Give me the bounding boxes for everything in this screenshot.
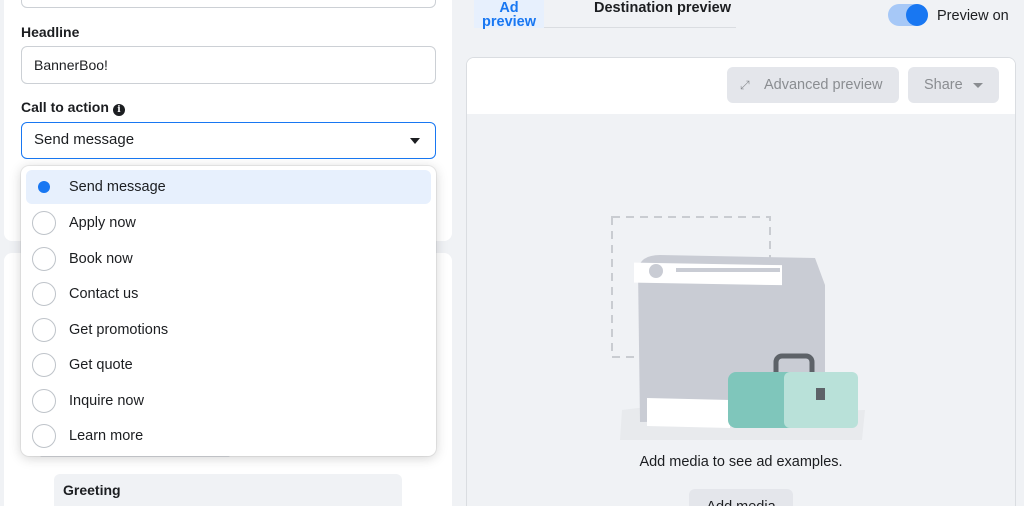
cta-label: Call to action xyxy=(21,99,109,115)
radio-icon xyxy=(32,246,56,271)
cta-option-label: Book now xyxy=(69,250,133,267)
tab-ad-preview[interactable]: Ad preview xyxy=(474,0,544,29)
headline-input[interactable]: BannerBoo! xyxy=(21,46,436,84)
cta-option[interactable]: Apply now xyxy=(26,206,431,242)
cta-select-value: Send message xyxy=(34,131,135,148)
cta-select[interactable]: Send message xyxy=(21,122,436,159)
advanced-preview-button[interactable]: ⤢ Advanced preview xyxy=(727,67,899,103)
cta-dropdown-menu: Send message Apply now Book now Contact … xyxy=(21,166,436,456)
radio-selected-icon xyxy=(32,175,56,199)
cta-option[interactable]: Book now xyxy=(26,241,431,277)
radio-icon xyxy=(32,424,56,449)
info-icon[interactable]: i xyxy=(112,104,125,116)
chevron-down-icon xyxy=(973,83,983,88)
advanced-preview-label: Advanced preview xyxy=(764,77,883,93)
empty-state-text: Add media to see ad examples. xyxy=(639,454,843,470)
headline-label: Headline xyxy=(21,24,80,40)
preview-toolbar: ⤢ Advanced preview Share xyxy=(467,58,1015,114)
toggle-knob xyxy=(906,4,928,26)
radio-icon xyxy=(32,282,56,307)
greeting-box[interactable]: Greeting xyxy=(54,474,402,506)
cta-option[interactable]: Get quote xyxy=(26,348,431,384)
share-label: Share xyxy=(924,77,963,93)
cta-option-label: Get quote xyxy=(69,357,133,374)
cta-option-label: Get promotions xyxy=(69,321,169,338)
cta-option-label: Contact us xyxy=(69,286,139,303)
cta-option[interactable]: Contact us xyxy=(26,277,431,313)
cta-label-row: Call to action i xyxy=(21,99,125,116)
preview-toggle-label: Preview on xyxy=(937,8,1009,24)
cta-option[interactable]: Inquire now xyxy=(26,383,431,419)
cta-option[interactable]: Send message xyxy=(26,170,431,204)
chevron-down-icon xyxy=(410,138,420,144)
preview-toggle[interactable] xyxy=(888,4,928,26)
add-media-button[interactable]: Add media xyxy=(689,489,793,506)
preview-tabs: Ad preview Destination preview xyxy=(474,0,736,29)
greeting-title: Greeting xyxy=(63,482,121,498)
tab-destination-preview[interactable]: Destination preview xyxy=(594,0,731,27)
empty-media-illustration xyxy=(611,216,865,440)
expand-icon: ⤢ xyxy=(740,78,750,92)
previous-field-input[interactable] xyxy=(21,0,436,8)
cta-option[interactable]: Get promotions xyxy=(26,312,431,348)
radio-icon xyxy=(32,317,56,342)
cta-option[interactable]: Learn more xyxy=(26,419,431,455)
cta-option-label: Inquire now xyxy=(69,392,144,409)
cta-option-label: Apply now xyxy=(69,215,136,232)
cta-option-label: Send message xyxy=(69,179,166,195)
radio-icon xyxy=(32,353,56,378)
cta-option-label: Learn more xyxy=(69,428,144,445)
share-button[interactable]: Share xyxy=(908,67,999,103)
radio-icon xyxy=(32,211,56,236)
radio-icon xyxy=(32,388,56,413)
